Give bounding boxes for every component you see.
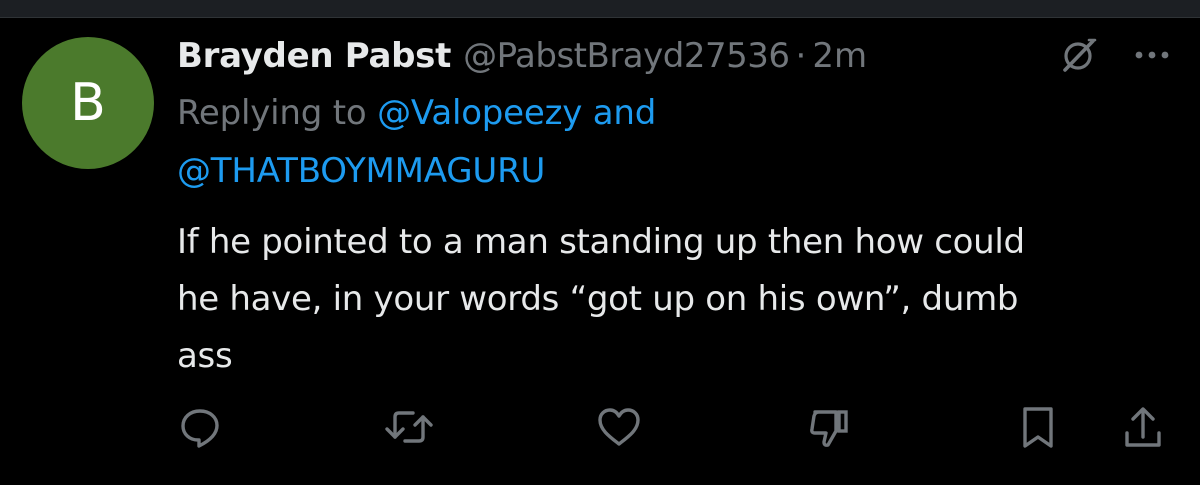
- tweet-header: Brayden Pabst @PabstBrayd27536 · 2m: [177, 28, 1177, 84]
- reply-icon[interactable]: [178, 405, 222, 449]
- retweet-icon[interactable]: [384, 405, 434, 449]
- display-name[interactable]: Brayden Pabst: [177, 36, 451, 76]
- avatar-letter: B: [70, 73, 106, 133]
- bookmark-icon[interactable]: [1018, 405, 1058, 451]
- tweet-text-line: If he pointed to a man standing up then …: [177, 222, 1025, 262]
- reply-and[interactable]: and: [582, 93, 657, 133]
- user-handle[interactable]: @PabstBrayd27536: [463, 36, 790, 76]
- separator-dot: ·: [795, 36, 807, 76]
- tweet-content: Brayden Pabst @PabstBrayd27536 · 2m Repl…: [177, 28, 1177, 385]
- downvote-icon[interactable]: [806, 405, 852, 451]
- like-icon[interactable]: [596, 405, 642, 449]
- replying-to: Replying to @Valopeezy and: [177, 84, 1177, 142]
- more-icon[interactable]: [1134, 49, 1170, 61]
- reply-mention-thatboymmaguru[interactable]: @THATBOYMMAGURU: [177, 151, 545, 191]
- replying-to-line-2: @THATBOYMMAGURU: [177, 142, 1177, 200]
- tweet-text-line: he have, in your words “got up on his ow…: [177, 279, 1019, 319]
- reply-mention-valopeezy[interactable]: @Valopeezy: [377, 93, 582, 133]
- avatar[interactable]: B: [22, 37, 154, 169]
- top-edge-bar: [0, 0, 1200, 18]
- grok-icon[interactable]: [1060, 36, 1098, 74]
- tweet-action-bar: [0, 405, 1200, 461]
- tweet-text: If he pointed to a man standing up then …: [177, 214, 1167, 385]
- tweet-top-actions: [1060, 36, 1170, 74]
- tweet-text-line: ass: [177, 336, 233, 376]
- timestamp[interactable]: 2m: [812, 36, 867, 76]
- share-icon[interactable]: [1122, 405, 1164, 451]
- replying-prefix: Replying to: [177, 93, 378, 133]
